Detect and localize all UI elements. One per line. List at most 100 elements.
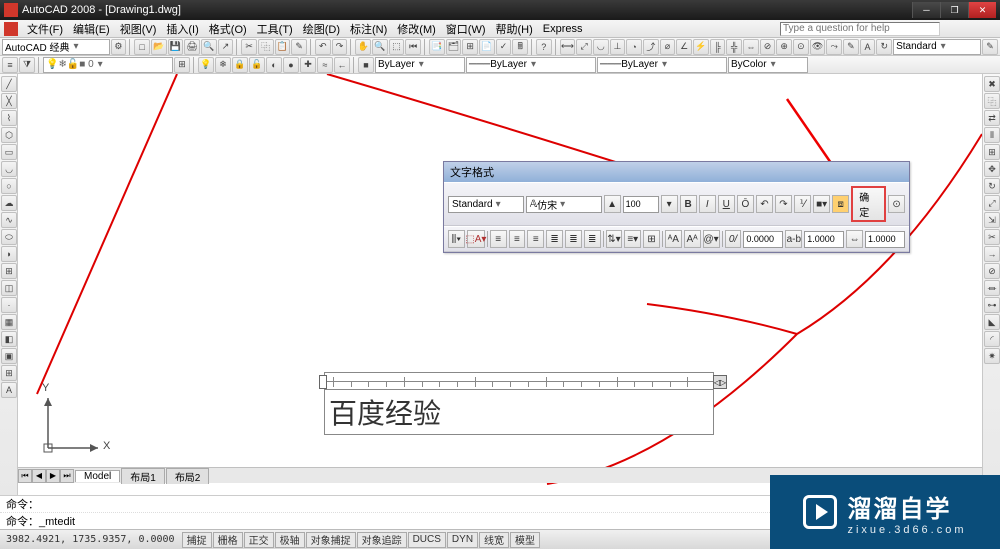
hatch-icon[interactable]: ▦ — [1, 314, 17, 330]
numbering-icon[interactable]: ≡▾ — [624, 230, 641, 248]
options-icon[interactable]: ⊙ — [888, 195, 905, 213]
tab-prev-icon[interactable]: ◀ — [32, 469, 46, 483]
properties-icon[interactable]: 📑 — [429, 39, 445, 55]
menu-help[interactable]: 帮助(H) — [491, 21, 538, 37]
new-icon[interactable]: □ — [134, 39, 150, 55]
justify-tl-icon[interactable]: ≡ — [490, 230, 507, 248]
dim-ord-icon[interactable]: ⊥ — [610, 39, 626, 55]
oblique-input[interactable] — [743, 231, 783, 248]
menu-tools[interactable]: 工具(T) — [252, 21, 298, 37]
chevron-down-icon[interactable]: ▾ — [661, 195, 678, 213]
ellipse-icon[interactable]: ⬭ — [1, 229, 17, 245]
menu-edit[interactable]: 编辑(E) — [68, 21, 115, 37]
redo-icon[interactable]: ↷ — [332, 39, 348, 55]
dim-jog-lin-icon[interactable]: ⤳ — [826, 39, 842, 55]
menu-modify[interactable]: 修改(M) — [392, 21, 441, 37]
calc-icon[interactable]: 🖩 — [512, 39, 528, 55]
window-minimize-button[interactable]: ─ — [912, 2, 940, 18]
justify-tr-icon[interactable]: ≡ — [527, 230, 544, 248]
publish-icon[interactable]: ↗ — [218, 39, 234, 55]
zoom-prev-icon[interactable]: ⏮ — [405, 39, 421, 55]
join-icon[interactable]: ⊶ — [984, 297, 1000, 313]
ruler-left-handle[interactable] — [319, 375, 327, 389]
dim-arc-icon[interactable]: ◡ — [593, 39, 609, 55]
layer-match-icon[interactable]: ≈ — [317, 57, 333, 73]
table-icon[interactable]: ⊞ — [1, 365, 17, 381]
dim-cont-icon[interactable]: ╬ — [726, 39, 742, 55]
mtext-align-icon[interactable]: ⬚A▾ — [467, 230, 485, 248]
help-icon[interactable]: ? — [536, 39, 552, 55]
open-icon[interactable]: 📂 — [151, 39, 167, 55]
tolerance-icon[interactable]: ⊕ — [776, 39, 792, 55]
layer-make-icon[interactable]: ✚ — [300, 57, 316, 73]
mtext-content[interactable]: 百度经验 — [329, 399, 441, 430]
break-icon[interactable]: ⏛ — [984, 280, 1000, 296]
dyn-button[interactable]: DYN — [447, 532, 478, 548]
dim-diam-icon[interactable]: ⌀ — [660, 39, 676, 55]
copy-obj-icon[interactable]: ⿻ — [984, 93, 1000, 109]
dim-inspect-icon[interactable]: 👁 — [810, 39, 826, 55]
symbol-icon[interactable]: @▾ — [703, 230, 720, 248]
ellipse-arc-icon[interactable]: ◗ — [1, 246, 17, 262]
help-search-input[interactable] — [780, 22, 940, 36]
trim-icon[interactable]: ✂ — [984, 229, 1000, 245]
dim-edit-icon[interactable]: ✎ — [843, 39, 859, 55]
revcloud-icon[interactable]: ☁ — [1, 195, 17, 211]
otrack-button[interactable]: 对象追踪 — [357, 532, 407, 548]
field-icon[interactable]: ⊞ — [643, 230, 660, 248]
markup-icon[interactable]: ✓ — [496, 39, 512, 55]
text-color-icon[interactable]: ■▾ — [813, 195, 830, 213]
snap-button[interactable]: 捕捉 — [182, 532, 212, 548]
dimstyle-edit-icon[interactable]: ✎ — [982, 39, 998, 55]
break-pt-icon[interactable]: ⊘ — [984, 263, 1000, 279]
ducs-button[interactable]: DUCS — [408, 532, 446, 548]
dim-update-icon[interactable]: ↻ — [876, 39, 892, 55]
lineweight-combo[interactable]: ─── ByLayer — [597, 57, 727, 73]
offset-icon[interactable]: ⫴ — [984, 127, 1000, 143]
color-combo[interactable]: ByLayer — [375, 57, 465, 73]
linespace-icon[interactable]: ⇅▾ — [606, 230, 623, 248]
menu-format[interactable]: 格式(O) — [204, 21, 252, 37]
layer-lock-icon[interactable]: 🔒 — [232, 57, 248, 73]
tracking-icon[interactable]: a-b — [785, 230, 802, 248]
mtext-ruler[interactable]: ◁▷ — [324, 372, 714, 390]
grid-button[interactable]: 栅格 — [213, 532, 243, 548]
annotative-icon[interactable]: ▲ — [604, 195, 621, 213]
workspace-combo[interactable]: AutoCAD 经典 — [2, 39, 110, 55]
justify-mc-icon[interactable]: ≣ — [565, 230, 582, 248]
menu-insert[interactable]: 插入(I) — [161, 21, 203, 37]
dim-space-icon[interactable]: ⇔ — [743, 39, 759, 55]
stretch-icon[interactable]: ⇲ — [984, 212, 1000, 228]
widthfactor-icon[interactable]: ⇔ — [846, 230, 863, 248]
text-format-panel[interactable]: 文字格式 Standard 𝔸 仿宋 ▲ ▾ B I U Ō ↶ ↷ ⅟ ■▾ … — [443, 161, 910, 253]
lwt-button[interactable]: 线宽 — [479, 532, 509, 548]
plotstyle-combo[interactable]: ByColor — [728, 57, 808, 73]
oblique-icon[interactable]: 0/ — [725, 230, 742, 248]
block-icon[interactable]: ◫ — [1, 280, 17, 296]
tab-last-icon[interactable]: ⏭ — [60, 469, 74, 483]
point-icon[interactable]: · — [1, 297, 17, 313]
pline-icon[interactable]: ⌇ — [1, 110, 17, 126]
dim-linear-icon[interactable]: ⟷ — [560, 39, 576, 55]
redo-text-icon[interactable]: ↷ — [775, 195, 792, 213]
layer-prev-icon[interactable]: ← — [334, 57, 350, 73]
preview-icon[interactable]: 🔍 — [201, 39, 217, 55]
explode-icon[interactable]: ✷ — [984, 348, 1000, 364]
menu-draw[interactable]: 绘图(D) — [298, 21, 345, 37]
menu-window[interactable]: 窗口(W) — [441, 21, 491, 37]
gradient-icon[interactable]: ◧ — [1, 331, 17, 347]
tracking-input[interactable] — [804, 231, 844, 248]
underline-button[interactable]: U — [718, 195, 735, 213]
zoom-rt-icon[interactable]: 🔍 — [372, 39, 388, 55]
insert-icon[interactable]: ⊞ — [1, 263, 17, 279]
array-icon[interactable]: ⊞ — [984, 144, 1000, 160]
chamfer-icon[interactable]: ◣ — [984, 314, 1000, 330]
layer-iso-icon[interactable]: ◐ — [266, 57, 282, 73]
dim-tedit-icon[interactable]: A — [860, 39, 876, 55]
overline-button[interactable]: Ō — [737, 195, 754, 213]
dim-ang-icon[interactable]: ∠ — [676, 39, 692, 55]
scale-icon[interactable]: ⤢ — [984, 195, 1000, 211]
rectangle-icon[interactable]: ▭ — [1, 144, 17, 160]
dim-radius-icon[interactable]: ◔ — [626, 39, 642, 55]
undo-icon[interactable]: ↶ — [315, 39, 331, 55]
